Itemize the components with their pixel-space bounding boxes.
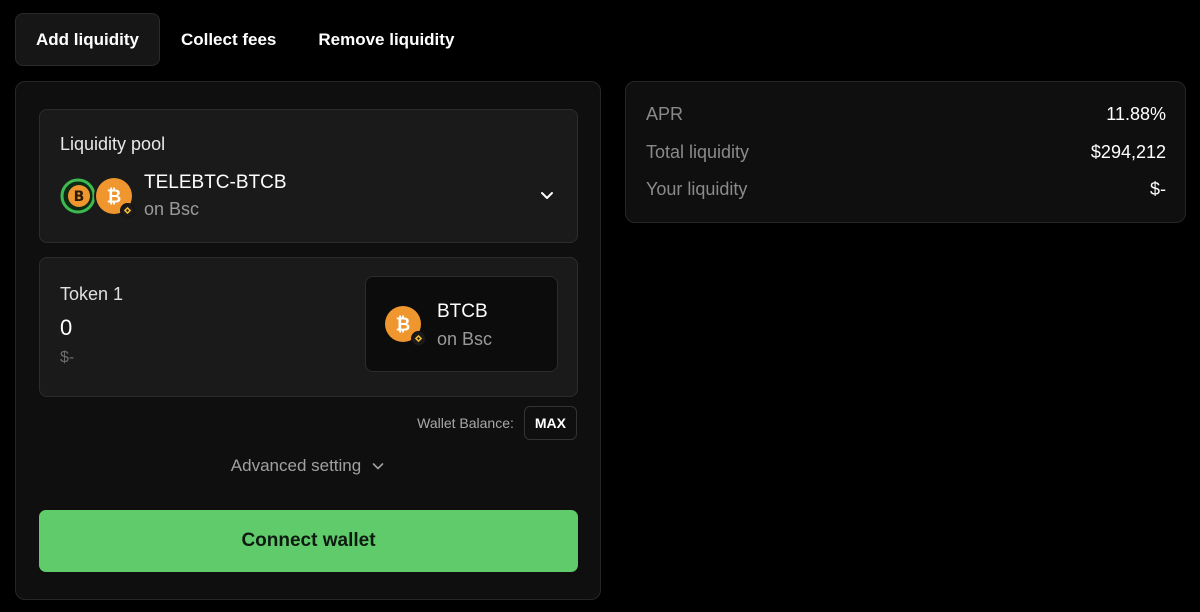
token-1-selector[interactable]: ₿ BTCB on Bsc xyxy=(365,276,558,372)
bsc-chain-badge-icon xyxy=(120,203,135,218)
tab-remove-liquidity[interactable]: Remove liquidity xyxy=(297,13,475,66)
pool-icons: B ₿ xyxy=(60,176,135,218)
stat-row-total-liquidity: Total liquidity $294,212 xyxy=(646,142,1166,163)
tab-bar: Add liquidity Collect fees Remove liquid… xyxy=(15,13,475,66)
pool-stats-card: APR 11.88% Total liquidity $294,212 Your… xyxy=(625,81,1186,223)
add-liquidity-card: Liquidity pool B ₿ TELEBTC-BTCB on Bsc T… xyxy=(15,81,601,600)
chevron-down-icon xyxy=(372,463,384,470)
token-1-chain: on Bsc xyxy=(437,329,493,349)
tab-add-liquidity[interactable]: Add liquidity xyxy=(15,13,160,66)
pool-label: Liquidity pool xyxy=(60,134,166,154)
stat-label: APR xyxy=(646,104,684,124)
pool-name: TELEBTC-BTCB xyxy=(144,172,287,193)
token-1-label: Token 1 xyxy=(60,284,124,304)
connect-wallet-button[interactable]: Connect wallet xyxy=(39,510,578,572)
svg-text:B: B xyxy=(74,189,85,205)
wallet-balance-row: Wallet Balance: MAX xyxy=(417,406,577,440)
token-1-usd-value: $- xyxy=(60,349,75,366)
bsc-chain-badge-icon xyxy=(411,331,426,346)
advanced-setting-toggle[interactable]: Advanced setting xyxy=(16,456,600,476)
wallet-balance-label: Wallet Balance: xyxy=(417,415,514,431)
stat-label: Your liquidity xyxy=(646,179,748,199)
token-1-symbol: BTCB xyxy=(437,301,488,322)
chevron-down-icon[interactable] xyxy=(539,187,555,203)
stat-label: Total liquidity xyxy=(646,142,750,162)
stat-row-your-liquidity: Your liquidity $- xyxy=(646,179,1166,200)
max-button[interactable]: MAX xyxy=(523,406,577,440)
tab-collect-fees[interactable]: Collect fees xyxy=(160,13,297,66)
svg-text:₿: ₿ xyxy=(107,187,122,208)
liquidity-pool-selector[interactable]: Liquidity pool B ₿ TELEBTC-BTCB on Bsc xyxy=(39,109,578,243)
advanced-setting-label: Advanced setting xyxy=(230,456,362,475)
token-1-panel: Token 1 $- ₿ BTCB on Bsc xyxy=(39,257,578,397)
pool-chain: on Bsc xyxy=(144,199,200,219)
telebtc-coin-icon: B xyxy=(60,178,96,214)
svg-text:₿: ₿ xyxy=(396,315,411,336)
stat-value: $- xyxy=(1149,179,1166,199)
stat-row-apr: APR 11.88% xyxy=(646,104,1166,125)
token-1-amount-input[interactable] xyxy=(60,315,320,341)
stat-value: 11.88% xyxy=(1106,104,1166,124)
stat-value: $294,212 xyxy=(1090,142,1166,162)
